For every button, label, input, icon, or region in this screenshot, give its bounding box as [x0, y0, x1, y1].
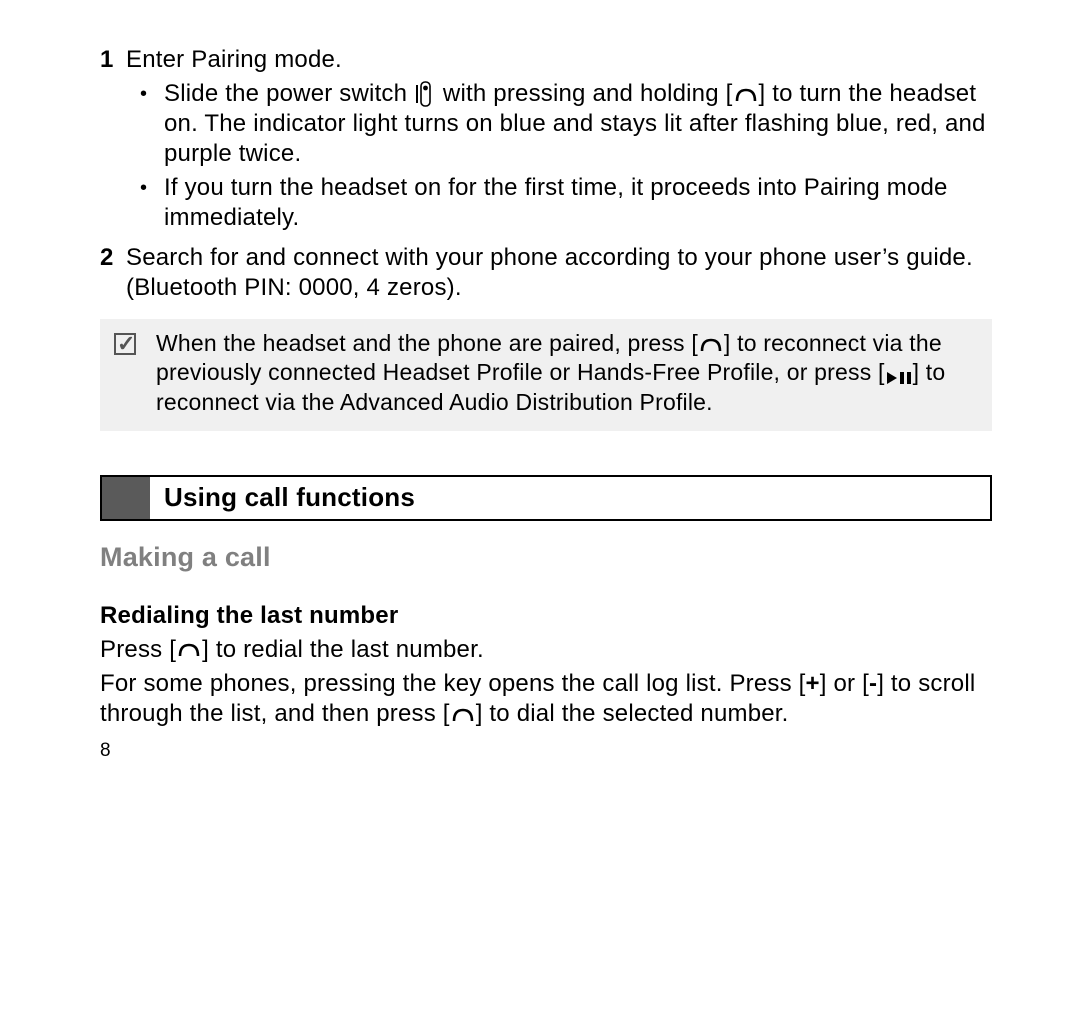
power-switch-icon [414, 81, 436, 109]
headset-button-icon [450, 703, 476, 727]
bullet-text: If you turn the headset on for the first… [164, 173, 992, 233]
checkbox-icon [114, 333, 136, 355]
manual-page: 1 Enter Pairing mode. • Slide the power … [0, 0, 1080, 783]
bullet-icon: • [140, 79, 164, 169]
play-pause-icon [885, 363, 913, 386]
subheading: Making a call [100, 541, 992, 575]
headset-button-icon [733, 83, 759, 107]
step-number: 2 [100, 243, 126, 303]
step-number: 1 [100, 45, 126, 233]
step-2: 2 Search for and connect with your phone… [100, 243, 992, 303]
minus-key: - [869, 670, 877, 697]
paragraph: For some phones, pressing the key opens … [100, 669, 992, 729]
note-text: When the headset and the phone are paire… [156, 329, 978, 417]
page-number: 8 [100, 739, 992, 763]
bullet-text-mid: with pressing and holding [ [436, 80, 732, 107]
section-heading: Using call functions [100, 475, 992, 521]
bullet-icon: • [140, 173, 164, 233]
heading-marker [102, 477, 150, 519]
headset-button-icon [698, 333, 724, 356]
bullet-text-pre: Slide the power switch [164, 80, 414, 107]
sub-subheading: Redialing the last number [100, 601, 992, 631]
heading-label: Using call functions [150, 477, 425, 519]
plus-key: + [806, 670, 820, 697]
step-text: Search for and connect with your phone a… [126, 243, 992, 303]
bullet-item: • Slide the power switch with pressing a… [126, 79, 992, 169]
bullet-item: • If you turn the headset on for the fir… [126, 173, 992, 233]
step-text: Enter Pairing mode. [126, 46, 342, 73]
note-box: When the headset and the phone are paire… [100, 319, 992, 431]
step-1: 1 Enter Pairing mode. • Slide the power … [100, 45, 992, 233]
headset-button-icon [176, 638, 202, 662]
paragraph: Press [] to redial the last number. [100, 635, 992, 665]
